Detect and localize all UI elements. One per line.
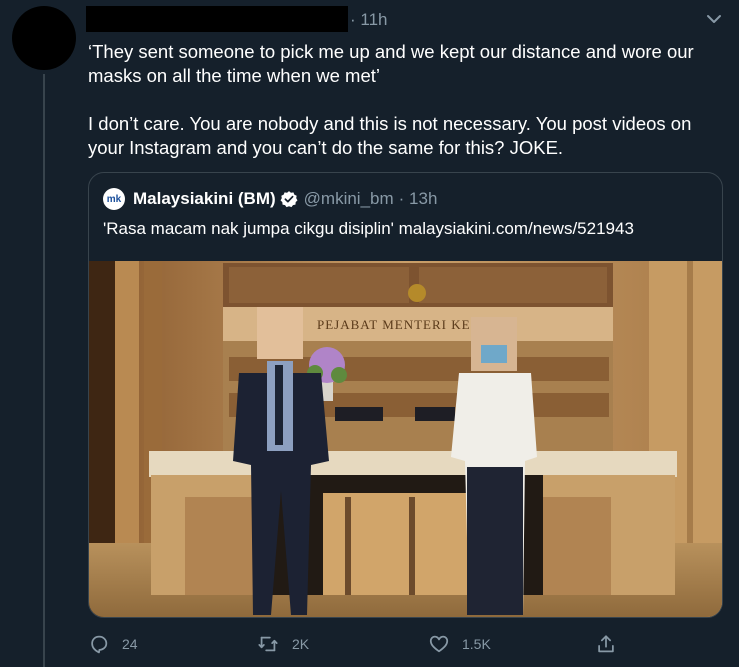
chevron-down-icon[interactable]: [704, 10, 724, 28]
like-icon: [429, 635, 449, 653]
like-count: 1.5K: [462, 636, 491, 652]
tweet-paragraph: I don’t care. You are nobody and this is…: [88, 113, 692, 158]
reply-icon: [91, 635, 108, 654]
quoted-avatar: mk: [103, 188, 125, 210]
quoted-timestamp[interactable]: · 13h: [399, 189, 438, 209]
share-button[interactable]: [595, 630, 629, 658]
quoted-tweet[interactable]: mk Malaysiakini (BM) @mkini_bm · 13h 'Ra…: [88, 172, 723, 618]
crest-emblem: [408, 284, 426, 302]
like-button[interactable]: 1.5K: [428, 630, 491, 658]
share-icon: [598, 635, 614, 653]
tweet-actions: 24 2K 1.5K: [88, 630, 723, 658]
verified-badge-icon: [280, 190, 298, 208]
tweet-timestamp[interactable]: · 11h: [350, 10, 388, 30]
retweet-button[interactable]: 2K: [256, 630, 309, 658]
reply-button[interactable]: 24: [88, 630, 138, 658]
redacted-username: [86, 6, 348, 32]
thread-line: [43, 74, 45, 667]
avatar[interactable]: [12, 6, 76, 70]
quoted-display-name[interactable]: Malaysiakini (BM): [133, 189, 276, 209]
reply-count: 24: [122, 636, 138, 652]
retweet-count: 2K: [292, 636, 310, 652]
retweet-icon: [258, 636, 278, 652]
quoted-handle[interactable]: @mkini_bm: [304, 189, 394, 209]
quoted-tweet-header: mk Malaysiakini (BM) @mkini_bm · 13h: [103, 187, 437, 211]
quoted-photo[interactable]: PEJABAT MENTERI KES: [89, 261, 722, 617]
tweet-paragraph: ‘They sent someone to pick me up and we …: [88, 41, 694, 86]
tweet-text: ‘They sent someone to pick me up and we …: [88, 40, 718, 160]
sign-text: PEJABAT MENTERI KES: [317, 317, 479, 332]
quoted-text: 'Rasa macam nak jumpa cikgu disiplin' ma…: [103, 219, 634, 238]
